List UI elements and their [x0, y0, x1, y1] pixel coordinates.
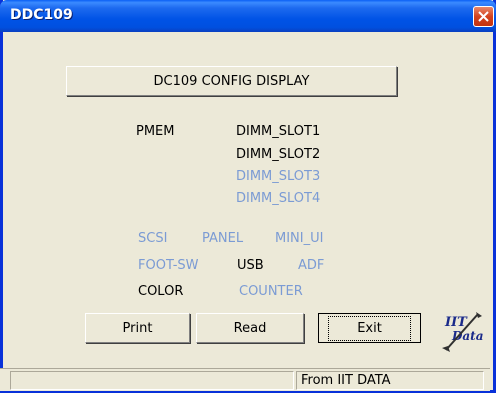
mini-ui-label: MINI_UI: [275, 231, 324, 246]
read-button-label: Read: [233, 320, 267, 336]
config-display-label: DC109 CONFIG DISPLAY: [153, 73, 310, 89]
exit-button[interactable]: Exit: [318, 313, 421, 343]
usb-label: USB: [237, 258, 264, 273]
svg-text:Data: Data: [451, 329, 484, 343]
dimm-slot3-label: DIMM_SLOT3: [236, 169, 321, 184]
scsi-label: SCSI: [138, 231, 168, 246]
close-button[interactable]: [473, 6, 494, 27]
status-pane-left: [10, 371, 294, 390]
iit-data-logo: IIT Data: [440, 310, 486, 354]
config-display-button[interactable]: DC109 CONFIG DISPLAY: [66, 66, 397, 96]
read-button[interactable]: Read: [196, 313, 304, 343]
pmem-label: PMEM: [136, 124, 175, 139]
dimm-slot4-label: DIMM_SLOT4: [236, 191, 321, 206]
exit-button-label: Exit: [328, 315, 411, 341]
close-icon: [478, 11, 489, 22]
dimm-slot2-label: DIMM_SLOT2: [236, 147, 321, 162]
counter-label: COUNTER: [239, 284, 303, 299]
print-button-label: Print: [122, 320, 153, 336]
iit-data-logo-icon: IIT Data: [442, 312, 484, 352]
dimm-slot1-label: DIMM_SLOT1: [236, 124, 321, 139]
panel-label: PANEL: [202, 231, 244, 246]
print-button[interactable]: Print: [85, 313, 190, 343]
status-bar: From IIT DATA: [0, 368, 490, 391]
adf-label: ADF: [298, 258, 325, 273]
window-title: DDC109: [10, 7, 73, 23]
title-bar[interactable]: DDC109: [0, 0, 496, 32]
color-label: COLOR: [138, 284, 184, 299]
foot-sw-label: FOOT-SW: [138, 258, 199, 273]
status-pane-source: From IIT DATA: [296, 371, 484, 390]
